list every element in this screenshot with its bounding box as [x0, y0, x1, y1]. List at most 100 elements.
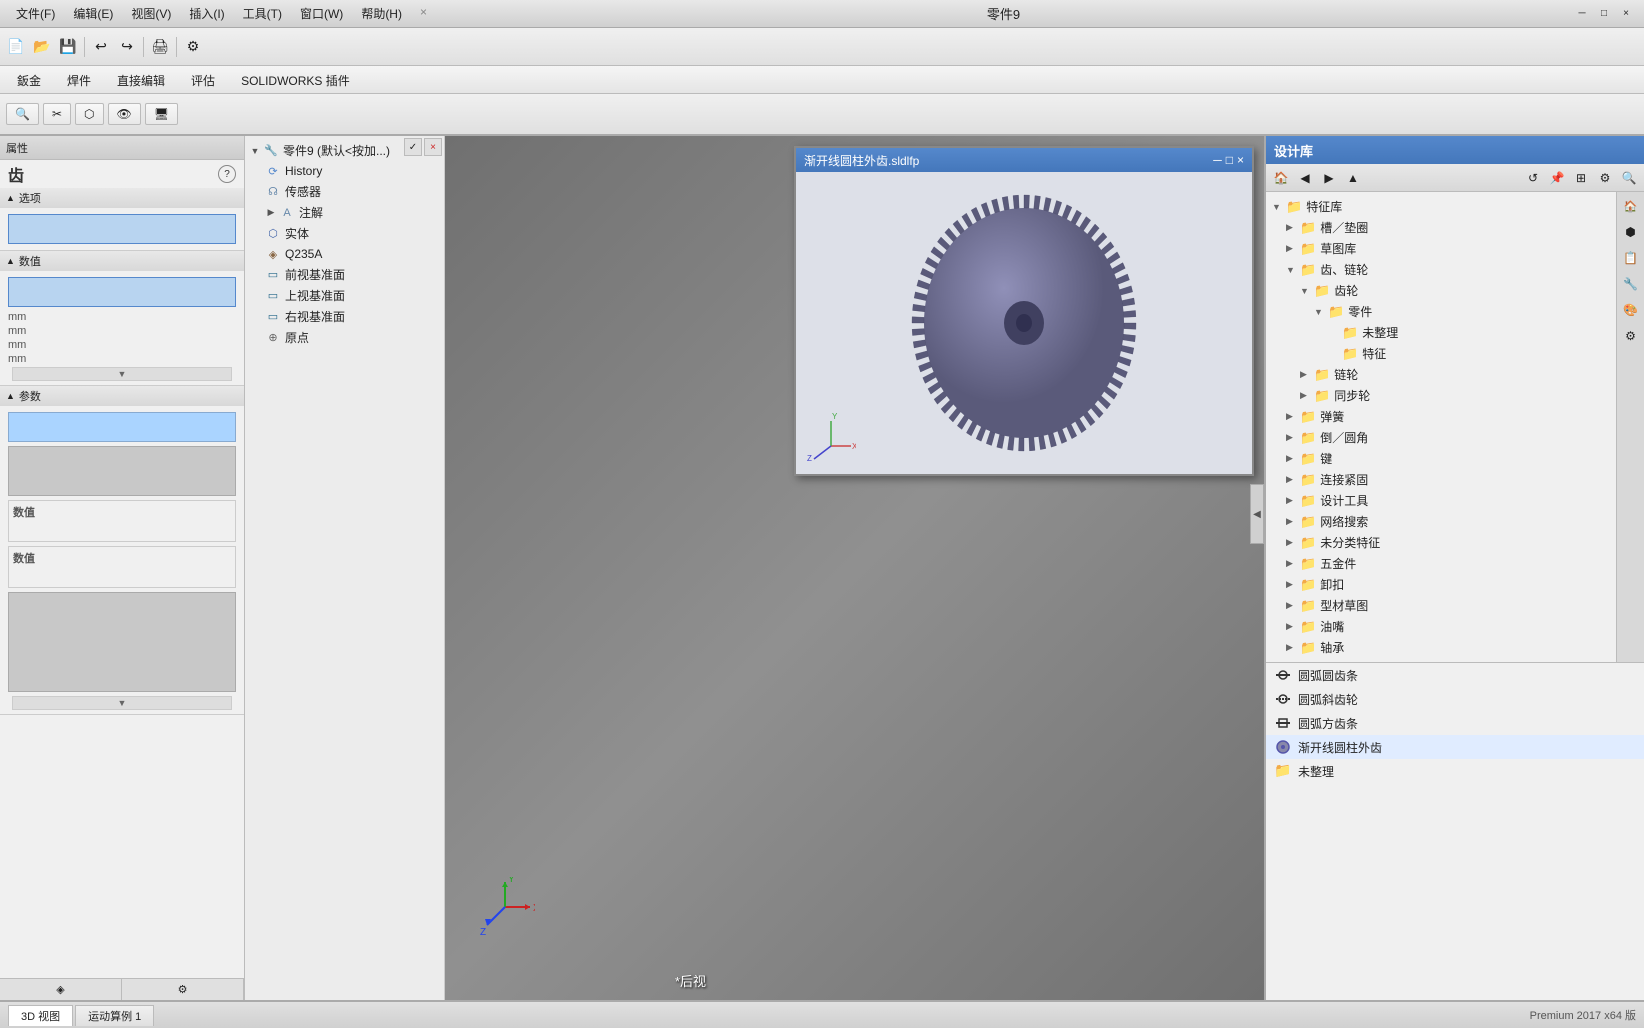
rtree-item-connection[interactable]: ▶ 📁 连接紧固 — [1266, 469, 1616, 490]
tab-solidworks-addins[interactable]: SOLIDWORKS 插件 — [228, 67, 363, 93]
tree-item-origin[interactable]: ⊕ 原点 — [245, 327, 444, 348]
tree-expand-icon[interactable]: ▼ — [249, 145, 261, 157]
rt-forward-icon[interactable]: ▶ — [1318, 167, 1340, 189]
rtree-item-grease[interactable]: ▶ 📁 油嘴 — [1266, 616, 1616, 637]
ribbon-btn-5[interactable]: 🖥 — [145, 103, 178, 125]
option-input-1[interactable] — [8, 214, 236, 244]
side-icon-2[interactable]: ⬢ — [1620, 221, 1642, 243]
preview-close-btn[interactable]: × — [1237, 153, 1244, 167]
tree-item-front-plane[interactable]: ▭ 前视基准面 — [245, 264, 444, 285]
list-item-unsorted-bottom[interactable]: 📁 未整理 — [1266, 759, 1644, 783]
new-icon[interactable]: 📄 — [4, 35, 28, 59]
rtree-item-bearing[interactable]: ▶ 📁 轴承 — [1266, 637, 1616, 658]
ribbon-btn-2[interactable]: ✂ — [43, 103, 71, 125]
rtree-item-chamfer[interactable]: ▶ 📁 倒／圆角 — [1266, 427, 1616, 448]
side-icon-5[interactable]: 🎨 — [1620, 299, 1642, 321]
menu-window[interactable]: 窗口(W) — [292, 3, 351, 24]
feature-tree-check-icon[interactable]: ✓ — [404, 138, 422, 156]
side-icon-4[interactable]: 🔧 — [1620, 273, 1642, 295]
rtree-item-parts[interactable]: ▼ 📁 零件 — [1266, 301, 1616, 322]
tab-weldment[interactable]: 焊件 — [54, 67, 104, 93]
rtree-item-sketch-lib[interactable]: ▶ 📁 草图库 — [1266, 238, 1616, 259]
rtree-item-sync-gear[interactable]: ▶ 📁 同步轮 — [1266, 385, 1616, 406]
open-icon[interactable]: 📂 — [30, 35, 54, 59]
list-item-arc-helix-gear[interactable]: 圆弧斜齿轮 — [1266, 687, 1644, 711]
tree-item-material[interactable]: ◈ Q235A — [245, 244, 444, 264]
menu-file[interactable]: 文件(F) — [8, 3, 63, 24]
param-value-input-2[interactable] — [11, 567, 233, 585]
menu-help[interactable]: 帮助(H) — [353, 3, 410, 24]
left-tab-1[interactable]: ◈ — [0, 979, 122, 1000]
tree-item-history[interactable]: ⟳ History — [245, 161, 444, 181]
rtree-item-profile[interactable]: ▶ 📁 型材草图 — [1266, 595, 1616, 616]
tab-sheet-metal[interactable]: 鈑金 — [4, 67, 54, 93]
rtree-item-feature[interactable]: ▶ 📁 特征 — [1266, 343, 1616, 364]
section-header-3[interactable]: ▲ 参数 — [0, 386, 244, 406]
scroll-down-btn-2[interactable]: ▼ — [12, 696, 232, 710]
menu-tools[interactable]: 工具(T) — [235, 3, 290, 24]
side-icon-3[interactable]: 📋 — [1620, 247, 1642, 269]
value-input-1[interactable] — [8, 277, 236, 307]
help-button[interactable]: ? — [218, 165, 236, 183]
rtree-item-gear-chain[interactable]: ▼ 📁 齿、链轮 — [1266, 259, 1616, 280]
tab-direct-edit[interactable]: 直接编辑 — [104, 67, 178, 93]
redo-icon[interactable]: ↪ — [115, 35, 139, 59]
rtree-item-uncat-feature[interactable]: ▶ 📁 未分类特征 — [1266, 532, 1616, 553]
list-item-arc-square-rack[interactable]: 圆弧方齿条 — [1266, 711, 1644, 735]
rt-back-icon[interactable]: ◀ — [1294, 167, 1316, 189]
status-tab-motion[interactable]: 运动算例 1 — [75, 1005, 154, 1026]
close-button[interactable]: × — [1616, 5, 1636, 23]
ribbon-btn-3[interactable]: ⬡ — [75, 103, 103, 125]
list-item-involute-spur[interactable]: 渐开线圆柱外齿 — [1266, 735, 1644, 759]
annotation-expand-icon[interactable]: ▶ — [265, 207, 277, 219]
rt-pin-icon[interactable]: 📌 — [1546, 167, 1568, 189]
print-icon[interactable]: 🖨 — [148, 35, 172, 59]
rt-settings-icon[interactable]: ⚙ — [1594, 167, 1616, 189]
feature-tree-close-icon[interactable]: × — [424, 138, 442, 156]
ribbon-btn-1[interactable]: 🔍 — [6, 103, 39, 125]
side-icon-1[interactable]: 🏠 — [1620, 196, 1642, 217]
rt-up-icon[interactable]: ▲ — [1342, 167, 1364, 189]
tree-item-right-plane[interactable]: ▭ 右视基准面 — [245, 306, 444, 327]
rt-refresh-icon[interactable]: ↺ — [1522, 167, 1544, 189]
tab-evaluate[interactable]: 评估 — [178, 67, 228, 93]
param-value-input-1[interactable] — [11, 521, 233, 539]
rtree-item-spring[interactable]: ▶ 📁 弹簧 — [1266, 406, 1616, 427]
rt-search-icon[interactable]: 🔍 — [1618, 167, 1640, 189]
param-list-2[interactable] — [8, 592, 236, 692]
param-list-1[interactable] — [8, 446, 236, 496]
rtree-item-gear[interactable]: ▼ 📁 齿轮 — [1266, 280, 1616, 301]
preview-minimize-btn[interactable]: ─ — [1213, 153, 1222, 167]
rtree-item-design-tools[interactable]: ▶ 📁 设计工具 — [1266, 490, 1616, 511]
save-icon[interactable]: 💾 — [56, 35, 80, 59]
menu-view[interactable]: 视图(V) — [123, 3, 179, 24]
rtree-item-shackle[interactable]: ▶ 📁 卸扣 — [1266, 574, 1616, 595]
rtree-item-slot[interactable]: ▶ 📁 槽／垫圈 — [1266, 217, 1616, 238]
rtree-item-hardware[interactable]: ▶ 📁 五金件 — [1266, 553, 1616, 574]
scroll-down-btn-1[interactable]: ▼ — [12, 367, 232, 381]
list-item-arc-circle-rack[interactable]: 圆弧圆齿条 — [1266, 663, 1644, 687]
tree-item-solid[interactable]: ⬡ 实体 — [245, 223, 444, 244]
undo-icon[interactable]: ↩ — [89, 35, 113, 59]
menu-close-tab[interactable]: × — [412, 3, 435, 24]
preview-maximize-btn[interactable]: □ — [1226, 153, 1233, 167]
param-input-1[interactable] — [8, 412, 236, 442]
rtree-item-net-search[interactable]: ▶ 📁 网络搜索 — [1266, 511, 1616, 532]
rt-view-icon[interactable]: ⊞ — [1570, 167, 1592, 189]
side-icon-6[interactable]: ⚙ — [1620, 325, 1642, 347]
rtree-item-key[interactable]: ▶ 📁 键 — [1266, 448, 1616, 469]
maximize-button[interactable]: □ — [1594, 5, 1614, 23]
rt-home-icon[interactable]: 🏠 — [1270, 167, 1292, 189]
tree-item-annotation[interactable]: ▶ A 注解 — [245, 202, 444, 223]
rtree-item-chain-gear[interactable]: ▶ 📁 链轮 — [1266, 364, 1616, 385]
tree-item-sensor[interactable]: ☊ 传感器 — [245, 181, 444, 202]
minimize-button[interactable]: ─ — [1572, 5, 1592, 23]
rtree-item-feature-lib[interactable]: ▼ 📁 特征库 — [1266, 196, 1616, 217]
section-header-1[interactable]: ▲ 选项 — [0, 188, 244, 208]
options-icon[interactable]: ⚙ — [181, 35, 205, 59]
ribbon-btn-4[interactable]: 👁 — [108, 103, 141, 125]
status-tab-3dview[interactable]: 3D 视图 — [8, 1005, 73, 1026]
tree-item-top-plane[interactable]: ▭ 上视基准面 — [245, 285, 444, 306]
section-header-2[interactable]: ▲ 数值 — [0, 251, 244, 271]
menu-edit[interactable]: 编辑(E) — [65, 3, 121, 24]
